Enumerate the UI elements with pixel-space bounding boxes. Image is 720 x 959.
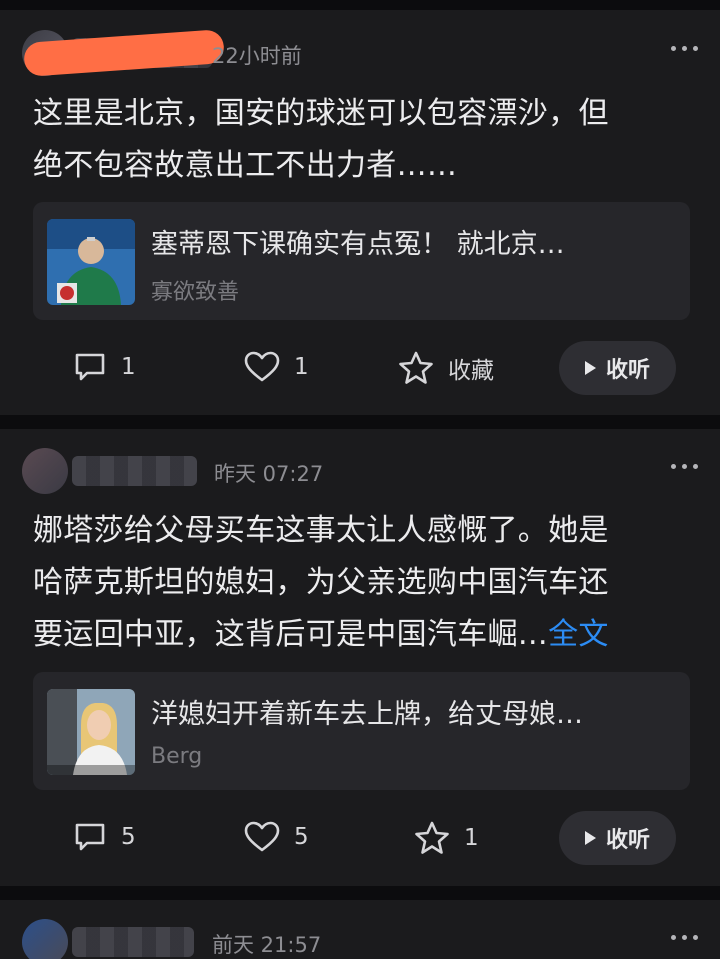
post-text-line: 娜塔莎给父母买车这事太让人感慨了。她是 (33, 513, 609, 548)
post-time: 前天 21:57 (212, 933, 322, 957)
post-header: 前天 21:57 (22, 917, 698, 959)
article-thumbnail (47, 689, 135, 775)
like-count: 1 (294, 354, 309, 380)
post-text-line: 这里是北京，国安的球迷可以包容漂沙，但 (33, 96, 609, 131)
avatar[interactable] (22, 448, 68, 494)
read-more-link[interactable]: 全文 (548, 617, 609, 652)
comment-button[interactable]: 1 (73, 351, 136, 383)
post-card[interactable]: 昨天 07:27 娜塔莎给父母买车这事太让人感慨了。她是 哈萨克斯坦的媳妇，为父… (0, 429, 720, 886)
favorite-count: 1 (464, 825, 479, 851)
article-author: Berg (151, 744, 203, 769)
like-count: 5 (294, 824, 309, 850)
post-card[interactable]: 22小时前 这里是北京，国安的球迷可以包容漂沙，但 绝不包容故意出工不出力者……… (0, 10, 720, 415)
favorite-button[interactable]: 1 (414, 821, 479, 855)
post-separator (0, 886, 720, 900)
post-text-line: 绝不包容故意出工不出力者…… (33, 148, 458, 183)
post-time: 22小时前 (212, 44, 302, 68)
linked-article[interactable]: 洋媳妇开着新车去上牌，给丈母娘… Berg (33, 672, 690, 790)
post-header: 22小时前 (22, 28, 698, 78)
article-thumbnail (47, 219, 135, 305)
star-icon (398, 351, 434, 385)
linked-article[interactable]: 塞蒂恩下课确实有点冤！ 就北京… 寡欲致善 (33, 202, 690, 320)
comment-button[interactable]: 5 (73, 821, 136, 853)
post-card[interactable]: 前天 21:57 (0, 900, 720, 959)
favorite-label: 收藏 (448, 358, 494, 384)
listen-label: 收听 (605, 828, 650, 853)
heart-icon (244, 351, 280, 383)
like-button[interactable]: 1 (244, 351, 309, 383)
like-button[interactable]: 5 (244, 821, 309, 853)
comment-count: 1 (121, 354, 136, 380)
article-title: 洋媳妇开着新车去上牌，给丈母娘… (151, 699, 583, 730)
author-name-redacted (72, 456, 197, 486)
favorite-button[interactable]: 收藏 (398, 351, 494, 385)
more-icon[interactable] (671, 46, 698, 51)
post-separator (0, 415, 720, 429)
comment-icon (73, 821, 107, 853)
post-text-line: 哈萨克斯坦的媳妇，为父亲选购中国汽车还 (33, 565, 609, 600)
avatar[interactable] (22, 919, 68, 959)
article-title: 塞蒂恩下课确实有点冤！ 就北京… (151, 229, 565, 260)
post-text[interactable]: 这里是北京，国安的球迷可以包容漂沙，但 绝不包容故意出工不出力者…… (33, 88, 688, 192)
listen-button[interactable]: 收听 (559, 341, 676, 395)
more-icon[interactable] (671, 935, 698, 940)
post-text-line: 要运回中亚，这背后可是中国汽车崛…全文 (33, 609, 688, 661)
listen-button[interactable]: 收听 (559, 811, 676, 865)
listen-label: 收听 (605, 358, 650, 383)
star-icon (414, 821, 450, 855)
play-icon (584, 831, 596, 845)
action-bar: 1 1 收藏 收听 (0, 341, 720, 397)
post-header: 昨天 07:27 (22, 446, 698, 496)
comment-count: 5 (121, 824, 136, 850)
author-name-redacted (72, 927, 194, 957)
top-separator (0, 0, 720, 10)
more-icon[interactable] (671, 464, 698, 469)
post-text[interactable]: 娜塔莎给父母买车这事太让人感慨了。她是 哈萨克斯坦的媳妇，为父亲选购中国汽车还 … (33, 505, 688, 661)
heart-icon (244, 821, 280, 853)
post-text-line-3: 要运回中亚，这背后可是中国汽车崛… (33, 617, 549, 652)
play-icon (584, 361, 596, 375)
comment-icon (73, 351, 107, 383)
post-time: 昨天 07:27 (214, 462, 324, 486)
article-author: 寡欲致善 (151, 280, 240, 305)
action-bar: 5 5 1 收听 (0, 811, 720, 867)
